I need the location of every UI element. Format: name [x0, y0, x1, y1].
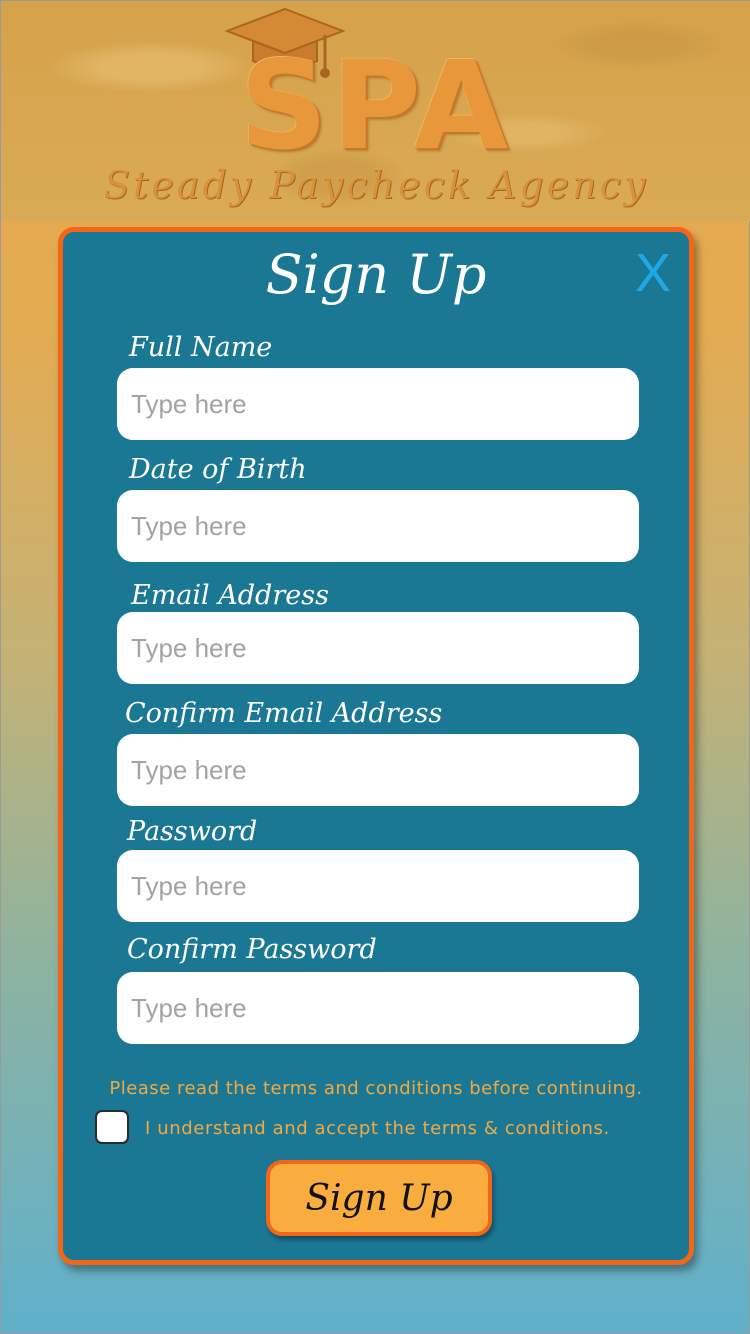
full-name-input[interactable] — [117, 368, 639, 440]
email-address-label: Email Address — [131, 580, 329, 611]
confirm-email-input[interactable] — [117, 734, 639, 806]
signup-modal: Sign Up X Full Name Date of Birth Email … — [58, 227, 694, 1265]
sign-up-button[interactable]: Sign Up — [266, 1160, 492, 1236]
date-of-birth-input[interactable] — [117, 490, 639, 562]
confirm-password-input[interactable] — [117, 972, 639, 1044]
app-header: SPA Steady Paycheck Agency — [1, 1, 750, 221]
full-name-label: Full Name — [129, 332, 273, 363]
email-address-input[interactable] — [117, 612, 639, 684]
confirm-email-label: Confirm Email Address — [125, 698, 443, 729]
date-of-birth-label: Date of Birth — [129, 454, 307, 485]
terms-checkbox[interactable] — [95, 1110, 129, 1144]
terms-accept-label[interactable]: I understand and accept the terms & cond… — [145, 1118, 610, 1139]
terms-note: Please read the terms and conditions bef… — [109, 1078, 643, 1099]
password-label: Password — [127, 816, 258, 847]
logo-subtitle: Steady Paycheck Agency — [103, 163, 649, 207]
modal-title: Sign Up — [265, 243, 487, 306]
logo-title: SPA — [239, 35, 513, 177]
confirm-password-label: Confirm Password — [127, 934, 377, 965]
close-icon[interactable]: X — [635, 246, 671, 300]
password-input[interactable] — [117, 850, 639, 922]
